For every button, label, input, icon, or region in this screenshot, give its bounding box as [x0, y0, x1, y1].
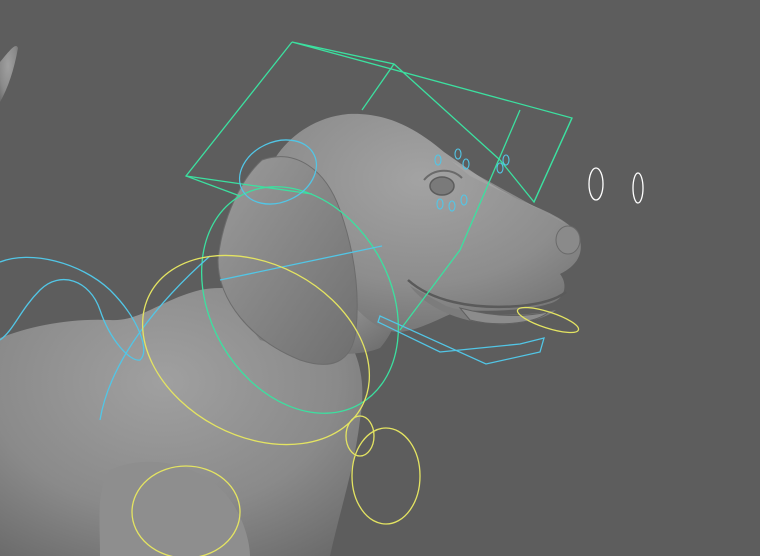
eye-aim-locators[interactable]	[588, 167, 644, 204]
tail-mesh[interactable]	[0, 45, 18, 102]
viewport-scene[interactable]	[0, 0, 760, 556]
dog-mesh[interactable]	[0, 113, 581, 556]
dog-nose[interactable]	[555, 225, 581, 255]
3d-viewport[interactable]	[0, 0, 760, 556]
dog-eye[interactable]	[429, 176, 455, 196]
